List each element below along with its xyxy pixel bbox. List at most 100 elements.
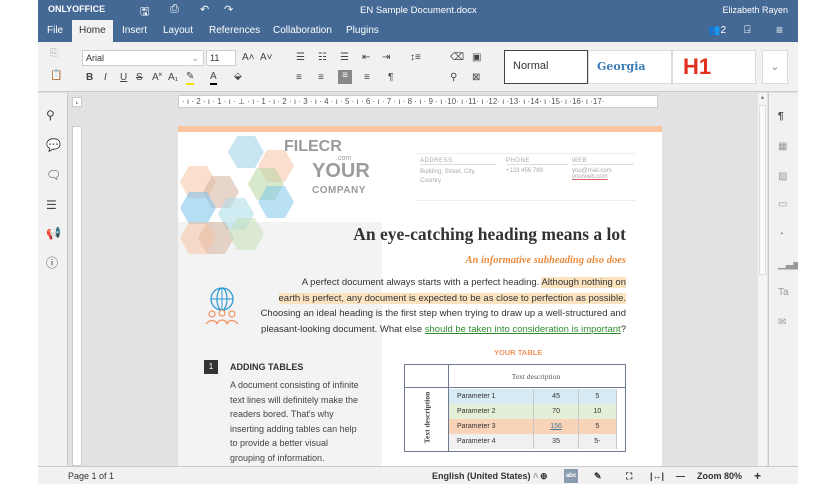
redo-icon[interactable]: ↷ [224, 3, 233, 16]
about-icon[interactable]: ⓘ [46, 257, 58, 269]
table-settings-icon[interactable]: ▦ [778, 141, 787, 153]
contact-web: WEB you@mail.com yourweb.com [572, 158, 634, 180]
styles-expand-button[interactable]: ⌄ [762, 50, 788, 84]
brand-logo: ONLYOFFICE [48, 4, 106, 14]
table-cell[interactable]: Parameter 1 [449, 389, 535, 404]
doc-language-icon[interactable]: ⊕ [540, 467, 548, 484]
spellcheck-icon[interactable]: abc [564, 469, 578, 483]
align-center-icon[interactable]: ≡ [318, 72, 324, 84]
contact-label: WEB [572, 158, 634, 165]
table-cell[interactable]: 10 [578, 404, 618, 419]
scroll-up-button[interactable]: ▲ [758, 95, 767, 103]
bold-icon[interactable]: B [86, 72, 93, 84]
highlight-icon[interactable]: ✎ [186, 71, 195, 85]
horizontal-ruler[interactable]: · ı · 2 · ı · 1 · ı · ⊥ · ı · 1 · ı · 2 … [178, 95, 658, 108]
table-cell[interactable]: Parameter 2 [449, 404, 535, 419]
text-art-icon[interactable]: Ta [778, 287, 789, 299]
shape-settings-icon[interactable]: ◔ [778, 229, 784, 241]
scroll-thumb[interactable] [759, 105, 766, 275]
font-name-select[interactable]: Arial ⌄ [82, 50, 204, 66]
table-cell[interactable]: 5 [578, 419, 618, 434]
justify-icon[interactable]: ≡ [364, 72, 370, 84]
superscript-icon[interactable]: A˟ [152, 72, 162, 84]
table-title: YOUR TABLE [494, 348, 543, 357]
paste-icon[interactable]: 📋 [50, 70, 62, 82]
comments-icon[interactable]: 💬 [46, 139, 61, 151]
chat-icon[interactable]: 🗨 [46, 169, 61, 181]
color-scheme-icon[interactable]: ▣ [472, 52, 481, 64]
chart-settings-icon[interactable]: ▁▃▅ [778, 259, 798, 271]
tab-file[interactable]: File [40, 20, 70, 42]
mail-merge-settings-icon[interactable]: ✉ [778, 317, 786, 329]
vertical-scrollbar[interactable]: ▲ [758, 93, 767, 466]
table-cell[interactable]: Parameter 4 [449, 434, 535, 449]
numbering-icon[interactable]: ☷ [318, 52, 327, 64]
menu-icon[interactable]: ≡ [776, 23, 783, 37]
zoom-in-button[interactable]: + [754, 467, 761, 484]
line-spacing-icon[interactable]: ↕≡ [410, 52, 421, 64]
track-changes-icon[interactable]: ✎ [594, 467, 602, 484]
language-select[interactable]: English (United States) ˄ [432, 467, 538, 484]
table-cell[interactable]: 35 [533, 434, 579, 449]
table-cell[interactable]: 5 [578, 389, 618, 404]
multilevel-icon[interactable]: ☰ [340, 52, 349, 64]
tab-collaboration[interactable]: Collaboration [266, 20, 339, 42]
para-highlight: earth is perfect, any document is expect… [278, 292, 626, 304]
navigation-icon[interactable]: ☰ [46, 199, 57, 211]
logo-company: COMPANY [312, 185, 366, 196]
search-icon[interactable]: ⚲ [46, 109, 55, 121]
bullets-icon[interactable]: ☰ [296, 52, 305, 64]
image-settings-icon[interactable]: ▨ [778, 171, 787, 183]
zoom-out-button[interactable]: — [676, 467, 685, 484]
font-name-value: Arial [86, 53, 105, 63]
style-georgia-label: Georgia [597, 60, 646, 73]
copy-icon[interactable]: ⎘ [50, 48, 58, 60]
tab-references[interactable]: References [202, 20, 267, 42]
font-size-select[interactable]: 11 [206, 50, 236, 66]
users-icon[interactable]: 👥2 [708, 25, 726, 36]
increase-font-icon[interactable]: A˄ [242, 52, 255, 64]
style-georgia[interactable]: Georgia [588, 50, 672, 84]
fit-width-icon[interactable]: |↔| [650, 467, 664, 484]
strikethrough-icon[interactable]: S [136, 72, 143, 84]
print-icon[interactable]: ⎙ [170, 3, 179, 16]
table-cell[interactable]: 45 [533, 389, 579, 404]
decrease-font-icon[interactable]: A˅ [260, 52, 273, 64]
tab-home[interactable]: Home [72, 20, 113, 42]
feedback-icon[interactable]: 📢 [46, 227, 61, 239]
align-left-icon[interactable]: ≡ [296, 72, 302, 84]
italic-icon[interactable]: I [104, 72, 107, 84]
document-page[interactable]: FILECR .com YOUR COMPANY ADDRESS Building… [178, 126, 662, 466]
style-normal[interactable]: Normal [504, 50, 588, 84]
tab-insert[interactable]: Insert [115, 20, 154, 42]
table-cell[interactable]: 156 [533, 419, 579, 434]
user-name[interactable]: Elizabeth Rayen [722, 5, 788, 15]
undo-icon[interactable]: ↶ [200, 3, 209, 16]
table-cell[interactable]: 5- [578, 434, 618, 449]
paragraph-marks-icon[interactable]: ¶ [388, 72, 393, 84]
tab-layout[interactable]: Layout [156, 20, 200, 42]
align-right-icon[interactable]: ≡ [338, 70, 352, 84]
fit-page-icon[interactable]: ⛶ [626, 467, 632, 484]
table-cell[interactable]: Parameter 3 [449, 419, 535, 434]
tab-stop-selector[interactable]: ⌞ [72, 97, 82, 107]
header-footer-icon[interactable]: ▭ [778, 199, 787, 211]
tab-plugins[interactable]: Plugins [339, 20, 386, 42]
style-h1[interactable]: H1 [672, 50, 756, 84]
subscript-icon[interactable]: A₁ [168, 72, 178, 84]
vertical-ruler[interactable] [72, 126, 82, 466]
clear-style-icon[interactable]: ⌫ [450, 52, 464, 64]
increase-indent-icon[interactable]: ⇥ [382, 52, 390, 64]
open-location-icon[interactable]: ⍈ [744, 24, 751, 37]
decrease-indent-icon[interactable]: ⇤ [362, 52, 370, 64]
underline-icon[interactable]: U [120, 72, 127, 84]
contact-link[interactable]: yourweb.com [572, 174, 634, 180]
page-count[interactable]: Page 1 of 1 [68, 467, 114, 484]
mail-merge-icon[interactable]: ⊠ [472, 72, 480, 84]
shading-icon[interactable]: ⬙ [234, 71, 242, 83]
font-color-icon[interactable]: A [210, 71, 217, 85]
section-number: 1 [204, 360, 218, 374]
paragraph-settings-icon[interactable]: ¶ [778, 111, 784, 123]
copy-style-icon[interactable]: ⚲ [450, 72, 457, 84]
table-cell[interactable]: 70 [533, 404, 579, 419]
